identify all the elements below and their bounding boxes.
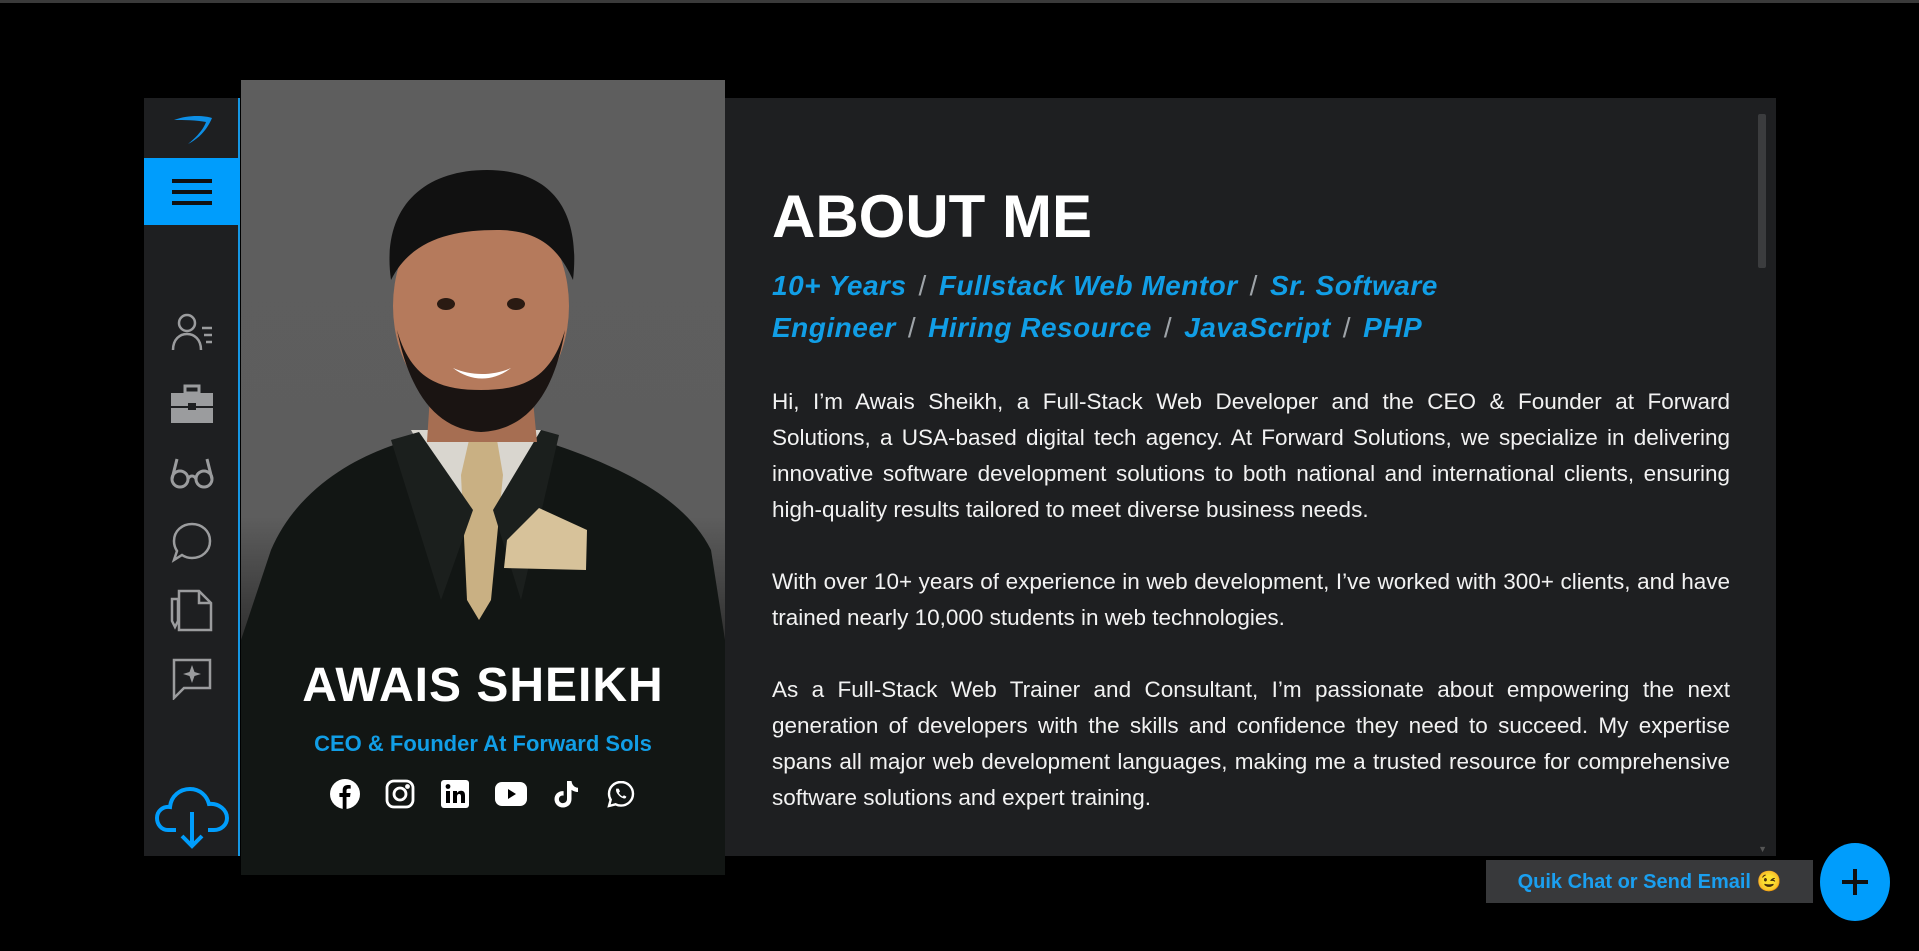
instagram-icon[interactable] — [384, 778, 416, 810]
quick-chat-label[interactable]: Quik Chat or Send Email 😉 — [1486, 860, 1813, 903]
linkedin-icon[interactable] — [439, 778, 471, 810]
tiktok-icon[interactable] — [550, 778, 582, 810]
glasses-icon — [170, 458, 214, 489]
plus-icon — [1842, 869, 1868, 895]
tag-separator: / — [1249, 270, 1258, 301]
chat-bubble-icon — [171, 522, 212, 563]
bio-paragraph: With over 10+ years of experience in web… — [772, 569, 1730, 630]
profile-role: CEO & Founder At Forward Sols — [314, 731, 652, 756]
profile-name: AWAIS SHEIKH — [302, 659, 664, 712]
youtube-icon[interactable] — [494, 778, 527, 810]
tag-separator: / — [1163, 312, 1173, 343]
tag-item: JavaScript — [1184, 312, 1331, 343]
document-pen-icon — [170, 589, 213, 632]
tag-item: Hiring Resource — [928, 312, 1152, 343]
whatsapp-icon[interactable] — [605, 778, 637, 810]
about-heading: ABOUT ME — [772, 183, 1092, 250]
logo-icon[interactable] — [166, 108, 218, 148]
sidebar — [144, 98, 240, 856]
user-list-icon — [171, 313, 212, 351]
cloud-download-icon[interactable] — [154, 784, 230, 850]
tag-item: 10+ Years — [772, 270, 907, 301]
tag-separator: / — [907, 312, 917, 343]
facebook-icon[interactable] — [329, 778, 361, 810]
hamburger-icon — [172, 178, 212, 205]
profile-card: AWAIS SHEIKH CEO & Founder At Forward So… — [241, 80, 725, 875]
tag-item: PHP — [1363, 312, 1423, 343]
scroll-fade — [725, 816, 1776, 856]
expertise-tags: 10+ Years / Fullstack Web Mentor / Sr. Softw… — [772, 265, 1532, 349]
bio-paragraph: As a Full-Stack Web Trainer and Consulta… — [772, 677, 1730, 810]
scrollbar-thumb[interactable] — [1758, 114, 1766, 268]
tag-separator: / — [1342, 312, 1352, 343]
briefcase-icon — [171, 384, 213, 423]
scrollbar-down-arrow-icon[interactable]: ▼ — [1758, 844, 1767, 854]
sidebar-item-contact[interactable] — [168, 654, 216, 702]
feedback-sparkle-icon — [172, 658, 212, 700]
hamburger-menu-button[interactable] — [144, 158, 240, 225]
sidebar-item-portfolio[interactable] — [168, 380, 216, 428]
bio-paragraph: Hi, I’m Awais Sheikh, a Full-Stack Web D… — [772, 389, 1730, 522]
chat-fab-button[interactable] — [1820, 843, 1890, 921]
top-border — [0, 0, 1919, 3]
about-panel: ABOUT ME 10+ Years / Fullstack Web Mentor /… — [725, 98, 1776, 856]
social-links — [329, 778, 637, 814]
sidebar-item-skills[interactable] — [168, 449, 216, 497]
sidebar-item-about[interactable] — [168, 308, 216, 356]
sidebar-item-resume[interactable] — [168, 586, 216, 634]
tag-separator: / — [918, 270, 927, 301]
sidebar-item-testimonials[interactable] — [168, 518, 216, 566]
bio-text: Hi, I’m Awais Sheikh, a Full-Stack Web D… — [772, 384, 1730, 852]
tag-item: Fullstack Web Mentor — [938, 270, 1238, 301]
